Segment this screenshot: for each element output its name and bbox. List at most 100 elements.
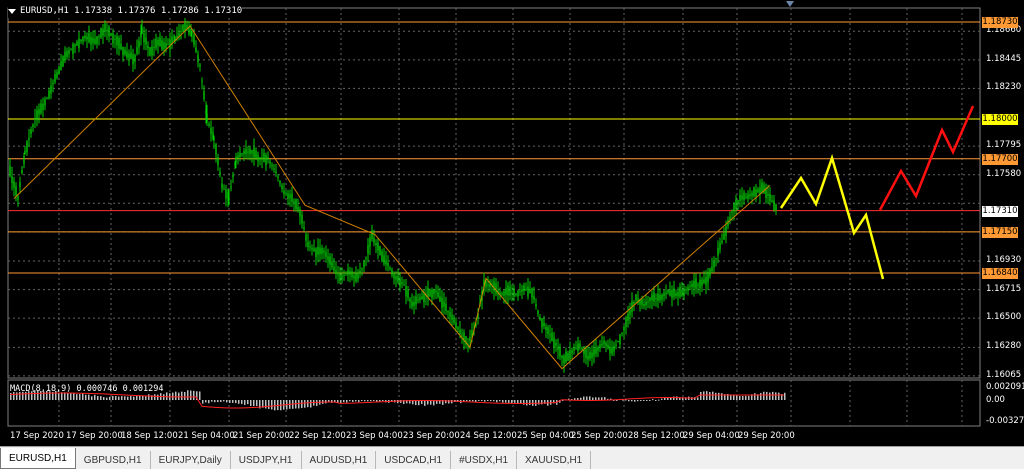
- candle-body: [647, 301, 649, 303]
- candle-body: [56, 72, 58, 78]
- macd-histogram-bar: [523, 400, 525, 405]
- chart-window[interactable]: EURUSD,H1 1.17338 1.17376 1.17286 1.1731…: [0, 0, 1024, 446]
- candle-body: [607, 344, 609, 348]
- price-axis-label: 1.16500: [986, 312, 1022, 323]
- macd-histogram-bar: [580, 397, 582, 400]
- candle-body: [275, 171, 277, 173]
- chart-tab[interactable]: USDCAD,H1: [376, 451, 452, 469]
- time-axis-label: 18 Sep 12:00: [121, 431, 178, 441]
- candle-body: [589, 352, 591, 359]
- candle-body: [749, 194, 751, 197]
- macd-histogram-bar: [706, 391, 708, 400]
- macd-histogram-bar: [226, 400, 228, 403]
- candle-body: [537, 310, 539, 314]
- macd-histogram-bar: [376, 400, 378, 402]
- chart-tab[interactable]: USDJPY,H1: [231, 451, 302, 469]
- chart-canvas[interactable]: [0, 0, 1024, 446]
- candle-body: [587, 355, 589, 360]
- candle-body: [411, 301, 413, 307]
- candle-body: [48, 90, 50, 99]
- macd-histogram-bar: [766, 391, 768, 400]
- candle-body: [603, 340, 605, 345]
- macd-histogram-bar: [505, 400, 507, 403]
- candle-body: [763, 184, 765, 194]
- candle-body: [401, 282, 403, 284]
- candle-body: [571, 350, 573, 354]
- candle-body: [685, 289, 687, 291]
- candle-body: [455, 322, 457, 329]
- chart-tab[interactable]: AUDUSD,H1: [302, 451, 377, 469]
- macd-histogram-bar: [595, 397, 597, 400]
- macd-histogram-bar: [355, 400, 357, 402]
- chart-shift-marker[interactable]: [786, 1, 794, 7]
- candle-body: [66, 51, 68, 57]
- chart-tab[interactable]: EURUSD,H1: [0, 448, 76, 469]
- candle-body: [377, 242, 379, 251]
- macd-histogram-bar: [466, 400, 468, 402]
- candle-body: [62, 56, 64, 67]
- macd-histogram-bar: [730, 395, 732, 400]
- candle-body: [709, 268, 711, 277]
- candle-body: [108, 26, 110, 37]
- candle-body: [353, 275, 355, 279]
- candle-body: [128, 53, 130, 59]
- candle-body: [17, 196, 19, 200]
- candle-body: [701, 279, 703, 286]
- candle-body: [719, 242, 721, 250]
- candle-body: [289, 194, 291, 199]
- macd-histogram-bar: [508, 400, 510, 404]
- macd-histogram-bar: [253, 400, 255, 407]
- zigzag-indicator: [13, 25, 771, 370]
- candle-body: [683, 288, 685, 297]
- macd-histogram-bar: [271, 400, 273, 410]
- candle-body: [739, 194, 741, 201]
- candle-body: [397, 275, 399, 283]
- candle-body: [451, 314, 453, 321]
- candle-body: [359, 270, 361, 274]
- macd-histogram-bar: [244, 400, 246, 405]
- macd-histogram-bar: [784, 392, 786, 400]
- macd-histogram-bar: [310, 400, 312, 408]
- macd-histogram-bar: [703, 391, 705, 400]
- candle-body: [70, 49, 72, 51]
- macd-histogram-bar: [184, 391, 186, 400]
- candle-body: [625, 317, 627, 327]
- price-axis-label: 1.18445: [986, 53, 1022, 64]
- candle-body: [447, 310, 449, 313]
- candle-body: [641, 299, 643, 306]
- dropdown-triangle-icon[interactable]: [8, 8, 16, 14]
- chart-tab[interactable]: GBPUSD,H1: [76, 451, 151, 469]
- candle-body: [365, 257, 367, 259]
- macd-histogram-bar: [586, 396, 588, 400]
- candle-body: [519, 291, 521, 293]
- candle-body: [193, 34, 195, 45]
- candle-body: [561, 355, 563, 358]
- macd-histogram-bar: [631, 400, 633, 402]
- candle-body: [577, 343, 579, 352]
- candle-body: [653, 292, 655, 302]
- candle-body: [367, 245, 369, 254]
- chart-tab-bar: EURUSD,H1 GBPUSD,H1 EURJPY,Daily USDJPY,H1 A…: [0, 446, 1024, 469]
- candle-body: [235, 156, 237, 163]
- macd-histogram-bar: [142, 395, 144, 400]
- candle-body: [633, 301, 635, 304]
- candle-body: [11, 176, 13, 183]
- chart-tab[interactable]: XAUUSD,H1: [517, 451, 592, 469]
- candle-body: [503, 291, 505, 296]
- macd-histogram-bar: [601, 397, 603, 400]
- macd-histogram-bar: [598, 397, 600, 400]
- candle-body: [138, 40, 140, 48]
- macd-histogram-bar: [748, 395, 750, 400]
- macd-histogram-bar: [76, 394, 78, 400]
- chart-tab[interactable]: EURJPY,Daily: [151, 451, 231, 469]
- candle-body: [86, 36, 88, 40]
- candle-body: [441, 297, 443, 308]
- candle-body: [23, 155, 25, 164]
- chart-tab[interactable]: #USDX,H1: [451, 451, 517, 469]
- time-axis-label: 21 Sep 20:00: [233, 431, 290, 441]
- candle-body: [407, 290, 409, 298]
- candle-body: [130, 52, 132, 60]
- candle-body: [651, 294, 653, 301]
- macd-histogram-bar: [220, 400, 222, 403]
- candle-body: [124, 49, 126, 55]
